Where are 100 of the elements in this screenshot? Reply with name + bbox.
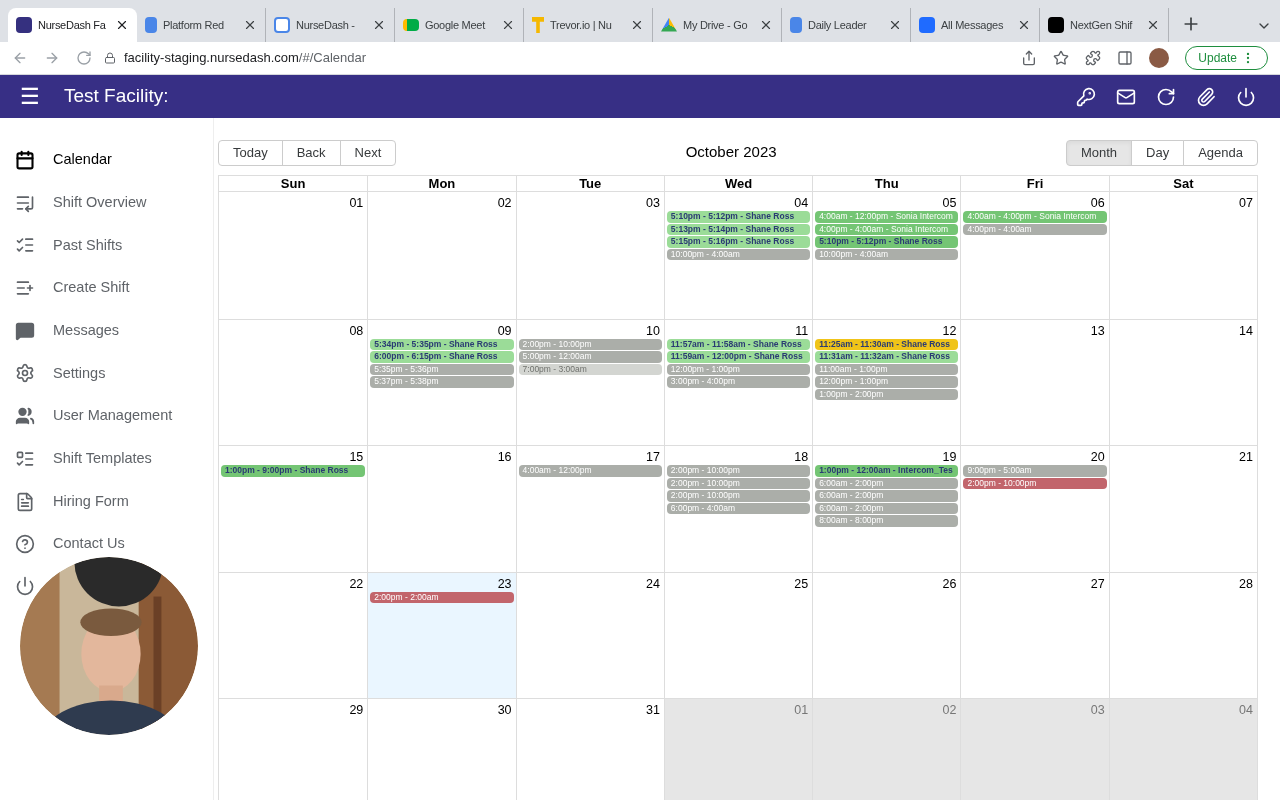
bookmark-icon[interactable] <box>1053 50 1070 66</box>
day-number[interactable]: 17 <box>645 448 660 466</box>
day-number[interactable]: 04 <box>794 194 809 211</box>
day-number[interactable]: 19 <box>942 448 957 466</box>
shift-event[interactable]: 11:31am - 11:32am - Shane Ross <box>815 351 959 363</box>
key-icon[interactable] <box>1076 86 1096 107</box>
day-cell[interactable]: 18 2:00pm - 10:00pm 2:00pm - 10:00pm 2:00pm - 10:00pm 6:00pm - 4:00am <box>663 446 813 572</box>
day-number[interactable]: 04 <box>1239 701 1253 719</box>
day-number[interactable]: 25 <box>794 574 809 592</box>
day-number[interactable]: 15 <box>349 448 364 466</box>
day-cell[interactable]: 23 2:00pm - 2:00am <box>367 572 516 699</box>
close-icon[interactable] <box>501 18 515 32</box>
day-cell[interactable]: 09 5:34pm - 5:35pm - Shane Ross 6:00pm - 6:15pm - Shane Ross 5:35pm - 5:36pm 5:37pm - 5:38pm <box>367 319 516 446</box>
day-cell[interactable]: 19 1:00pm - 12:00am - Intercom_Tes 6:00am - 2:00pm 6:00am - 2:00pm 6:00am - 2:00pm 8:00am - 8:00pm <box>812 446 961 572</box>
shift-event[interactable]: 11:57am - 11:58am - Shane Ross <box>666 338 811 351</box>
address-field[interactable]: facility-staging.nursedash.com/#/Calendar <box>104 45 1006 71</box>
nav-button[interactable]: Back <box>281 139 341 166</box>
day-number[interactable]: 26 <box>942 574 957 592</box>
shift-event[interactable]: 6:00pm - 6:15pm - Shane Ross <box>370 351 514 363</box>
day-number[interactable]: 20 <box>1090 448 1105 466</box>
day-number[interactable]: 31 <box>645 701 660 719</box>
shift-event[interactable]: 5:34pm - 5:35pm - Shane Ross <box>370 338 514 351</box>
menu-icon[interactable]: ☰ <box>20 85 40 108</box>
attachment-icon[interactable] <box>1196 86 1216 107</box>
day-number[interactable]: 22 <box>349 574 364 592</box>
day-cell[interactable]: 04 5:10pm - 5:12pm - Shane Ross 5:13pm - 5:14pm - Shane Ross 5:15pm - 5:16pm - Shane Ross 10:00pm - 4:00am <box>663 192 813 319</box>
day-number[interactable]: 24 <box>645 574 660 592</box>
view-tab[interactable]: Month <box>1065 139 1133 166</box>
power-icon[interactable] <box>15 575 35 596</box>
day-number[interactable]: 23 <box>497 574 512 592</box>
day-number[interactable]: 13 <box>1090 321 1105 339</box>
refresh-icon[interactable] <box>1156 86 1176 107</box>
sidebar-item[interactable]: Settings <box>15 363 106 384</box>
day-cell[interactable]: 06 4:00am - 4:00pm - Sonia Intercom 4:00pm - 4:00am <box>960 192 1109 319</box>
close-icon[interactable] <box>1017 18 1031 32</box>
close-icon[interactable] <box>630 18 644 32</box>
shift-event[interactable]: 11:25am - 11:30am - Shane Ross <box>815 338 959 351</box>
day-cell[interactable]: 12 11:25am - 11:30am - Shane Ross 11:31am - 11:32am - Shane Ross 11:00am - 1:00pm 12:00pm - 1:00pm 1:00pm - 2:00pm <box>812 319 961 446</box>
day-cell[interactable]: 04 <box>1108 699 1257 800</box>
back-icon[interactable] <box>12 50 28 66</box>
shift-event[interactable]: 5:13pm - 5:14pm - Shane Ross <box>666 223 811 235</box>
power-icon[interactable] <box>1236 86 1256 107</box>
day-number[interactable]: 07 <box>1239 194 1253 211</box>
nav-button[interactable]: Today <box>218 139 283 166</box>
side-panel-icon[interactable] <box>1117 50 1134 66</box>
sidebar-item[interactable]: Create Shift <box>15 278 130 299</box>
day-number[interactable]: 02 <box>497 194 512 211</box>
sidebar-item[interactable]: Past Shifts <box>15 235 123 256</box>
nav-button[interactable]: Next <box>339 139 397 166</box>
shift-event[interactable]: 1:00pm - 12:00am - Intercom_Tes <box>815 465 959 477</box>
day-number[interactable]: 03 <box>645 194 660 211</box>
close-icon[interactable] <box>1146 18 1160 32</box>
extensions-icon[interactable] <box>1085 50 1102 66</box>
close-icon[interactable] <box>759 18 773 32</box>
shift-event[interactable]: 7:00pm - 3:00am <box>518 363 662 376</box>
day-number[interactable]: 01 <box>794 701 809 719</box>
day-number[interactable]: 05 <box>942 194 957 211</box>
day-cell[interactable]: 10 2:00pm - 10:00pm 5:00pm - 12:00am 7:00pm - 3:00am <box>515 319 664 446</box>
profile-avatar[interactable] <box>1149 48 1170 68</box>
close-icon[interactable] <box>888 18 902 32</box>
sidebar-item[interactable]: Calendar <box>15 150 112 170</box>
day-number[interactable]: 06 <box>1090 194 1105 211</box>
sidebar-item[interactable]: Shift Overview <box>15 192 147 213</box>
view-tab[interactable]: Day <box>1131 139 1185 166</box>
day-number[interactable]: 12 <box>942 321 957 339</box>
sidebar-item[interactable]: Messages <box>15 320 120 341</box>
share-icon[interactable] <box>1021 50 1038 66</box>
day-number[interactable]: 01 <box>349 194 364 211</box>
shift-event[interactable]: 1:00pm - 9:00pm - Shane Ross <box>221 465 366 477</box>
sidebar-item[interactable]: User Management <box>15 406 173 427</box>
shift-event[interactable]: 5:10pm - 5:12pm - Shane Ross <box>666 211 811 223</box>
shift-event[interactable]: 2:00pm - 2:00am <box>370 591 514 604</box>
day-number[interactable]: 10 <box>645 321 660 339</box>
day-cell[interactable]: 02 <box>812 699 961 800</box>
shift-event[interactable]: 5:15pm - 5:16pm - Shane Ross <box>666 236 811 248</box>
close-icon[interactable] <box>115 18 129 32</box>
day-number[interactable]: 11 <box>795 321 809 339</box>
shift-event[interactable]: 2:00pm - 10:00pm <box>963 477 1107 490</box>
day-cell[interactable]: 01 <box>663 699 813 800</box>
shift-event[interactable]: 11:59am - 12:00pm - Shane Ross <box>666 351 811 363</box>
day-number[interactable]: 21 <box>1239 448 1253 466</box>
day-number[interactable]: 16 <box>497 448 512 466</box>
day-number[interactable]: 29 <box>349 701 364 719</box>
close-icon[interactable] <box>372 18 386 32</box>
day-cell[interactable]: 20 9:00pm - 5:00am 2:00pm - 10:00pm <box>960 446 1109 572</box>
close-icon[interactable] <box>243 18 257 32</box>
sidebar-item[interactable]: Shift Templates <box>15 448 152 469</box>
view-tab[interactable]: Agenda <box>1183 139 1258 166</box>
day-cell[interactable]: 11 11:57am - 11:58am - Shane Ross 11:59am - 12:00pm - Shane Ross 12:00pm - 1:00pm 3:00pm - 4:00pm <box>663 319 813 446</box>
day-cell[interactable]: 30 <box>367 699 516 800</box>
day-cell[interactable]: 05 4:00am - 12:00pm - Sonia Intercom 4:00pm - 4:00am - Sonia Intercom 5:10pm - 5:12pm - Shane Ross 10:00pm - 4:00am <box>812 192 961 319</box>
day-cell[interactable]: 03 <box>960 699 1109 800</box>
day-number[interactable]: 18 <box>794 448 809 466</box>
day-number[interactable]: 08 <box>349 321 364 339</box>
shift-event[interactable]: 5:10pm - 5:12pm - Shane Ross <box>815 236 959 248</box>
reload-icon[interactable] <box>76 50 92 66</box>
browser-tab[interactable]: NurseDash Fa <box>8 8 137 42</box>
sidebar-item[interactable]: Hiring Form <box>15 491 129 512</box>
day-number[interactable]: 02 <box>942 701 957 719</box>
day-number[interactable]: 09 <box>497 321 512 339</box>
